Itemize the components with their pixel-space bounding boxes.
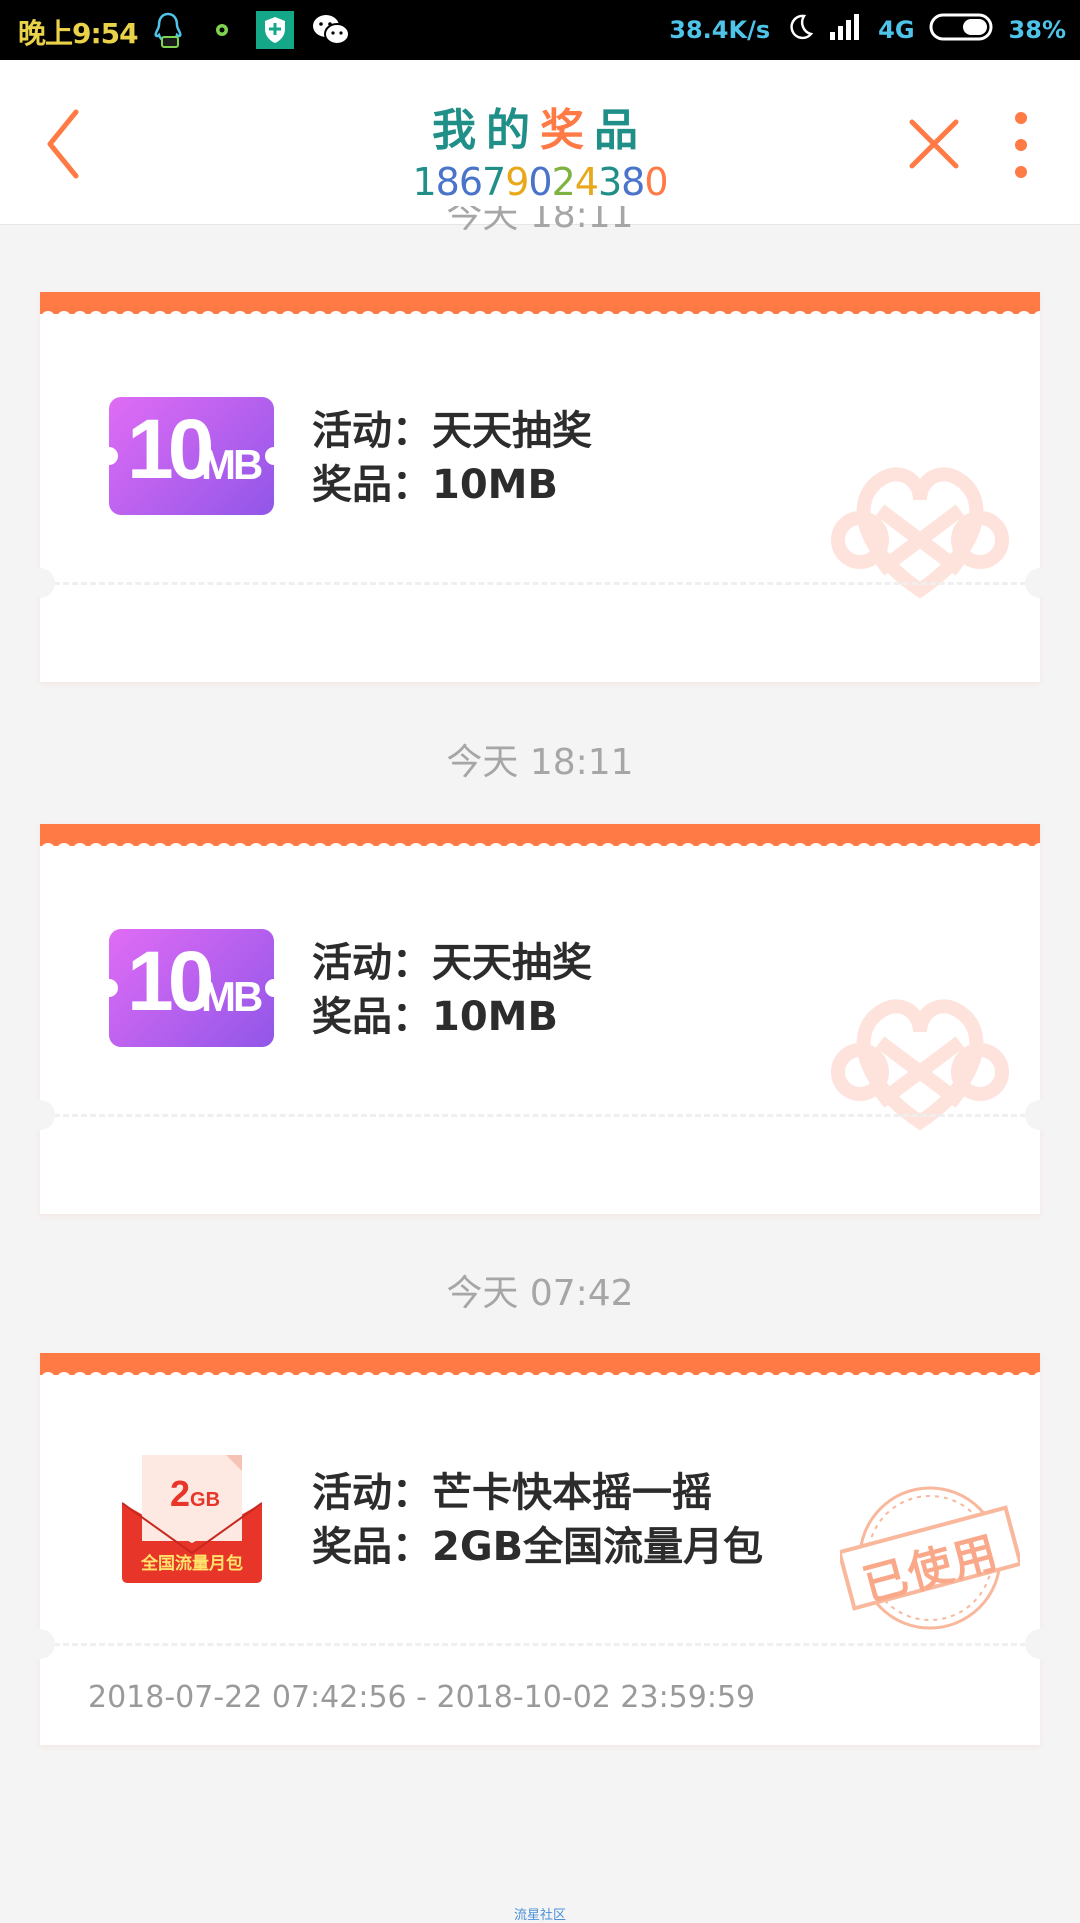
used-status-stamp: 已使用 — [840, 1483, 1020, 1633]
validity-period: 2018-07-22 07:42:56 - 2018-10-02 23:59:5… — [88, 1680, 756, 1715]
phone-digit: 0 — [644, 160, 668, 204]
prize-label: 奖品：10MB — [312, 462, 558, 508]
phone-digit: 7 — [482, 160, 506, 204]
envelope-amount: 2 — [170, 1473, 191, 1514]
phone-digit: 1 — [412, 160, 436, 204]
prize-card[interactable]: 10 MB 活动：天天抽奖 奖品：10MB — [25, 824, 1055, 1214]
page-header: 我的奖品 18679024380 — [0, 60, 1080, 225]
phone-digit: 8 — [435, 160, 460, 204]
badge-number: 10 — [127, 402, 214, 496]
envelope-unit: GB — [190, 1489, 221, 1511]
close-icon[interactable] — [904, 114, 964, 174]
wechat-icon — [310, 10, 352, 50]
card-notch-left — [25, 1100, 55, 1130]
title-char: 奖 — [540, 105, 594, 156]
card-notch-right — [1025, 1629, 1055, 1659]
prize-info: 活动：天天抽奖 奖品：10MB — [312, 936, 592, 1044]
card-divider — [54, 1643, 1026, 1646]
phone-digit: 4 — [574, 160, 599, 204]
battery-level: 38% — [1008, 16, 1066, 44]
prize-label: 奖品：2GB全国流量月包 — [312, 1524, 764, 1570]
timestamp-partial-text: 今天 18:11 — [446, 206, 634, 230]
network-type: 4G — [878, 16, 915, 44]
badge-number: 10 — [127, 934, 214, 1028]
moon-icon — [784, 12, 814, 48]
unicom-logo-watermark — [831, 467, 1009, 599]
status-right-group: 38.4K/s 4G 38% — [669, 12, 1066, 48]
badge-unit: MB — [201, 973, 263, 1020]
data-10mb-icon: 10 MB — [100, 397, 283, 515]
phone-digit: 6 — [458, 160, 483, 204]
card-notch-left — [25, 1629, 55, 1659]
prize-info: 活动：天天抽奖 奖品：10MB — [312, 404, 592, 512]
status-time: 晚上9:54 — [18, 17, 139, 50]
phone-digit: 3 — [597, 160, 622, 204]
title-char: 的 — [486, 105, 540, 156]
app-notification-icon — [210, 10, 234, 50]
watermark-credit: 流星社区 — [513, 1908, 566, 1923]
data-package-envelope-icon: 2GB 全国流量月包 — [122, 1453, 262, 1583]
prize-info: 活动：芒卡快本摇一摇 奖品：2GB全国流量月包 — [312, 1466, 763, 1574]
activity-label: 活动：芒卡快本摇一摇 — [312, 1470, 712, 1516]
net-speed: 38.4K/s — [669, 16, 771, 44]
signal-icon — [828, 12, 864, 48]
more-menu-icon[interactable] — [1006, 110, 1036, 180]
activity-label: 活动：天天抽奖 — [312, 940, 592, 986]
prize-card[interactable]: 10 MB 活动：天天抽奖 奖品：10MB — [25, 292, 1055, 682]
badge-notch — [265, 979, 283, 997]
battery-icon — [929, 12, 995, 48]
phone-digit: 0 — [528, 160, 552, 204]
timestamp: 今天 07:42 — [446, 1273, 634, 1314]
timestamp: 今天 18:11 — [446, 742, 634, 783]
badge-notch — [265, 447, 283, 465]
prize-label: 奖品：10MB — [312, 994, 558, 1040]
security-shield-icon — [254, 10, 296, 50]
phone-digit: 9 — [505, 160, 529, 204]
data-10mb-icon: 10 MB — [100, 929, 283, 1047]
phone-digit: 2 — [551, 160, 576, 204]
activity-label: 活动：天天抽奖 — [312, 408, 592, 454]
card-scallop-border — [40, 292, 1040, 326]
card-scallop-border — [40, 824, 1040, 858]
card-notch-right — [1025, 1100, 1055, 1130]
status-bar: 晚上9:54 38.4K/s 4G 38% — [0, 0, 1080, 60]
card-notch-right — [1025, 568, 1055, 598]
badge-unit: MB — [201, 441, 263, 488]
badge-notch — [100, 447, 118, 465]
envelope-amount-group: 2GB — [170, 1473, 220, 1515]
title-char: 我 — [432, 105, 486, 156]
title-char: 品 — [594, 105, 648, 156]
timestamp-partial: 今天 18:11 — [0, 206, 1080, 230]
envelope-label: 全国流量月包 — [141, 1554, 243, 1574]
badge-notch — [100, 979, 118, 997]
card-divider — [54, 1114, 1026, 1117]
card-divider — [54, 582, 1026, 585]
prize-card[interactable]: 2GB 全国流量月包 活动：芒卡快本摇一摇 奖品：2GB全国流量月包 已使用 2… — [25, 1353, 1055, 1745]
card-notch-left — [25, 568, 55, 598]
unicom-logo-watermark — [831, 999, 1009, 1131]
qq-notification-icon — [150, 10, 186, 50]
phone-digit: 8 — [621, 160, 645, 204]
card-scallop-border — [40, 1353, 1040, 1387]
